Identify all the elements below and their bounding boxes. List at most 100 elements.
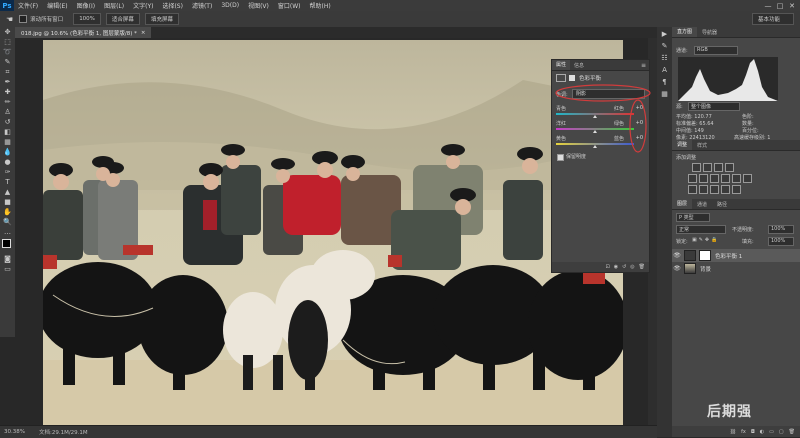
visibility-eye-icon[interactable]: 👁	[672, 265, 682, 272]
clone-stamp-tool-icon[interactable]: ♙	[2, 108, 13, 117]
gradient-map-icon[interactable]	[721, 185, 730, 194]
eraser-tool-icon[interactable]: ◧	[2, 128, 13, 137]
posterize-icon[interactable]	[699, 185, 708, 194]
exposure-icon[interactable]	[725, 163, 734, 172]
channel-select[interactable]: RGB	[694, 46, 738, 55]
view-previous-icon[interactable]: ◉	[614, 264, 618, 270]
cyan-red-slider-thumb[interactable]	[593, 115, 597, 118]
tab-histogram[interactable]: 直方图	[672, 27, 698, 37]
history-brush-tool-icon[interactable]: ↺	[2, 118, 13, 127]
curves-icon[interactable]	[714, 163, 723, 172]
minimize-button[interactable]: —	[762, 0, 774, 11]
more-tools-icon[interactable]: …	[2, 228, 13, 237]
fill-input[interactable]: 100%	[768, 237, 794, 246]
history-panel-icon[interactable]: ▶	[659, 30, 670, 39]
tab-properties[interactable]: 属性	[552, 60, 571, 70]
foreground-color-swatch[interactable]	[2, 239, 11, 248]
tab-styles[interactable]: 样式	[692, 142, 712, 149]
shape-tool-icon[interactable]: ■	[2, 198, 13, 207]
crop-tool-icon[interactable]: ⌗	[2, 68, 13, 77]
invert-icon[interactable]	[688, 185, 697, 194]
path-selection-tool-icon[interactable]: ▲	[2, 188, 13, 197]
color-swatches[interactable]	[2, 239, 15, 253]
document-image[interactable]	[43, 40, 623, 426]
scroll-all-windows-checkbox[interactable]	[19, 15, 28, 23]
layer-mask-icon[interactable]	[569, 75, 575, 81]
menu-select[interactable]: 选择(S)	[162, 1, 183, 10]
new-group-icon[interactable]: ▭	[769, 429, 774, 435]
new-layer-icon[interactable]: ▢	[779, 429, 784, 435]
fill-screen-button[interactable]: 填充屏幕	[144, 13, 179, 25]
menu-window[interactable]: 窗口(W)	[278, 1, 301, 10]
preserve-luminosity-checkbox[interactable]	[557, 154, 564, 161]
document-tab[interactable]: 018.jpg @ 10.6% (色彩平衡 1, 图层蒙版/8) * ×	[15, 27, 152, 38]
yellow-blue-slider-thumb[interactable]	[593, 145, 597, 148]
color-balance-adj-icon[interactable]	[710, 174, 719, 183]
panel-menu-icon[interactable]: ≡	[641, 62, 646, 69]
quick-select-tool-icon[interactable]: ✎	[2, 58, 13, 67]
visibility-icon[interactable]: ◎	[630, 264, 634, 270]
selective-color-icon[interactable]	[732, 185, 741, 194]
swatches-panel-icon[interactable]: ▦	[659, 90, 670, 99]
lasso-tool-icon[interactable]: ➰	[2, 48, 13, 57]
brush-tool-icon[interactable]: ✏	[2, 98, 13, 107]
pen-tool-icon[interactable]: ✑	[2, 168, 13, 177]
tab-layers[interactable]: 图层	[672, 199, 693, 209]
visibility-eye-icon[interactable]: 👁	[672, 252, 682, 259]
maximize-button[interactable]: □	[774, 0, 786, 11]
move-tool-icon[interactable]: ✥	[2, 28, 13, 37]
close-document-icon[interactable]: ×	[141, 30, 146, 36]
add-mask-icon[interactable]: ◘	[751, 429, 755, 435]
hand-tool-icon[interactable]: ☚	[6, 15, 13, 24]
link-layers-icon[interactable]: ⛓	[730, 429, 736, 435]
fit-screen-button[interactable]: 适合屏幕	[105, 13, 140, 25]
brightness-contrast-icon[interactable]	[692, 163, 701, 172]
vibrance-icon[interactable]	[688, 174, 697, 183]
tab-adjustments[interactable]: 调整	[672, 140, 693, 150]
hand-tool-icon[interactable]: ✋	[2, 208, 13, 217]
menu-3d[interactable]: 3D(D)	[221, 2, 239, 9]
magenta-green-slider-thumb[interactable]	[593, 130, 597, 133]
menu-layer[interactable]: 图层(L)	[104, 1, 124, 10]
new-fill-layer-icon[interactable]: ◐	[760, 429, 764, 435]
opacity-input[interactable]: 100%	[768, 225, 794, 234]
eyedropper-tool-icon[interactable]: ✒	[2, 78, 13, 87]
close-window-button[interactable]: ✕	[786, 0, 798, 11]
menu-view[interactable]: 视图(V)	[248, 1, 269, 10]
source-select[interactable]: 整个图像	[688, 102, 740, 111]
type-tool-icon[interactable]: T	[2, 178, 13, 187]
clip-to-layer-icon[interactable]: ⊡	[605, 264, 609, 270]
layer-filter-select[interactable]: P 类型	[676, 213, 710, 222]
menu-image[interactable]: 图像(I)	[77, 1, 95, 10]
blend-mode-select[interactable]: 正常	[676, 225, 726, 234]
lock-icons[interactable]: ▣✎✥🔒	[692, 237, 719, 243]
levels-icon[interactable]	[703, 163, 712, 172]
reset-icon[interactable]: ↺	[622, 264, 626, 270]
tab-navigator[interactable]: 导航器	[697, 29, 722, 36]
marquee-tool-icon[interactable]: ⬚	[2, 38, 13, 47]
zoom-tool-icon[interactable]: 🔍	[2, 218, 13, 227]
menu-edit[interactable]: 编辑(E)	[47, 1, 67, 10]
blur-tool-icon[interactable]: 💧	[2, 148, 13, 157]
photo-filter-icon[interactable]	[732, 174, 741, 183]
zoom-100-button[interactable]: 100%	[73, 13, 101, 25]
screen-mode-icon[interactable]: ▭	[2, 265, 13, 274]
threshold-icon[interactable]	[710, 185, 719, 194]
tab-channels[interactable]: 通道	[692, 201, 712, 208]
healing-brush-tool-icon[interactable]: ✚	[2, 88, 13, 97]
layer-row-background[interactable]: 👁 背景	[672, 262, 800, 275]
brush-panel-icon[interactable]: ✎	[659, 42, 670, 51]
gradient-tool-icon[interactable]: ▦	[2, 138, 13, 147]
quick-mask-icon[interactable]: ◙	[2, 255, 13, 264]
menu-type[interactable]: 文字(Y)	[133, 1, 153, 10]
add-style-icon[interactable]: fx	[741, 429, 746, 435]
trash-icon[interactable]: 🗑	[639, 264, 645, 270]
channel-mixer-icon[interactable]	[743, 174, 752, 183]
tab-info[interactable]: 信息	[570, 62, 588, 69]
paragraph-panel-icon[interactable]: ¶	[659, 78, 670, 87]
hue-saturation-icon[interactable]	[699, 174, 708, 183]
tab-paths[interactable]: 路径	[712, 201, 732, 208]
mask-thumb[interactable]	[699, 250, 711, 261]
delete-layer-icon[interactable]: 🗑	[789, 429, 795, 435]
dodge-tool-icon[interactable]: ●	[2, 158, 13, 167]
